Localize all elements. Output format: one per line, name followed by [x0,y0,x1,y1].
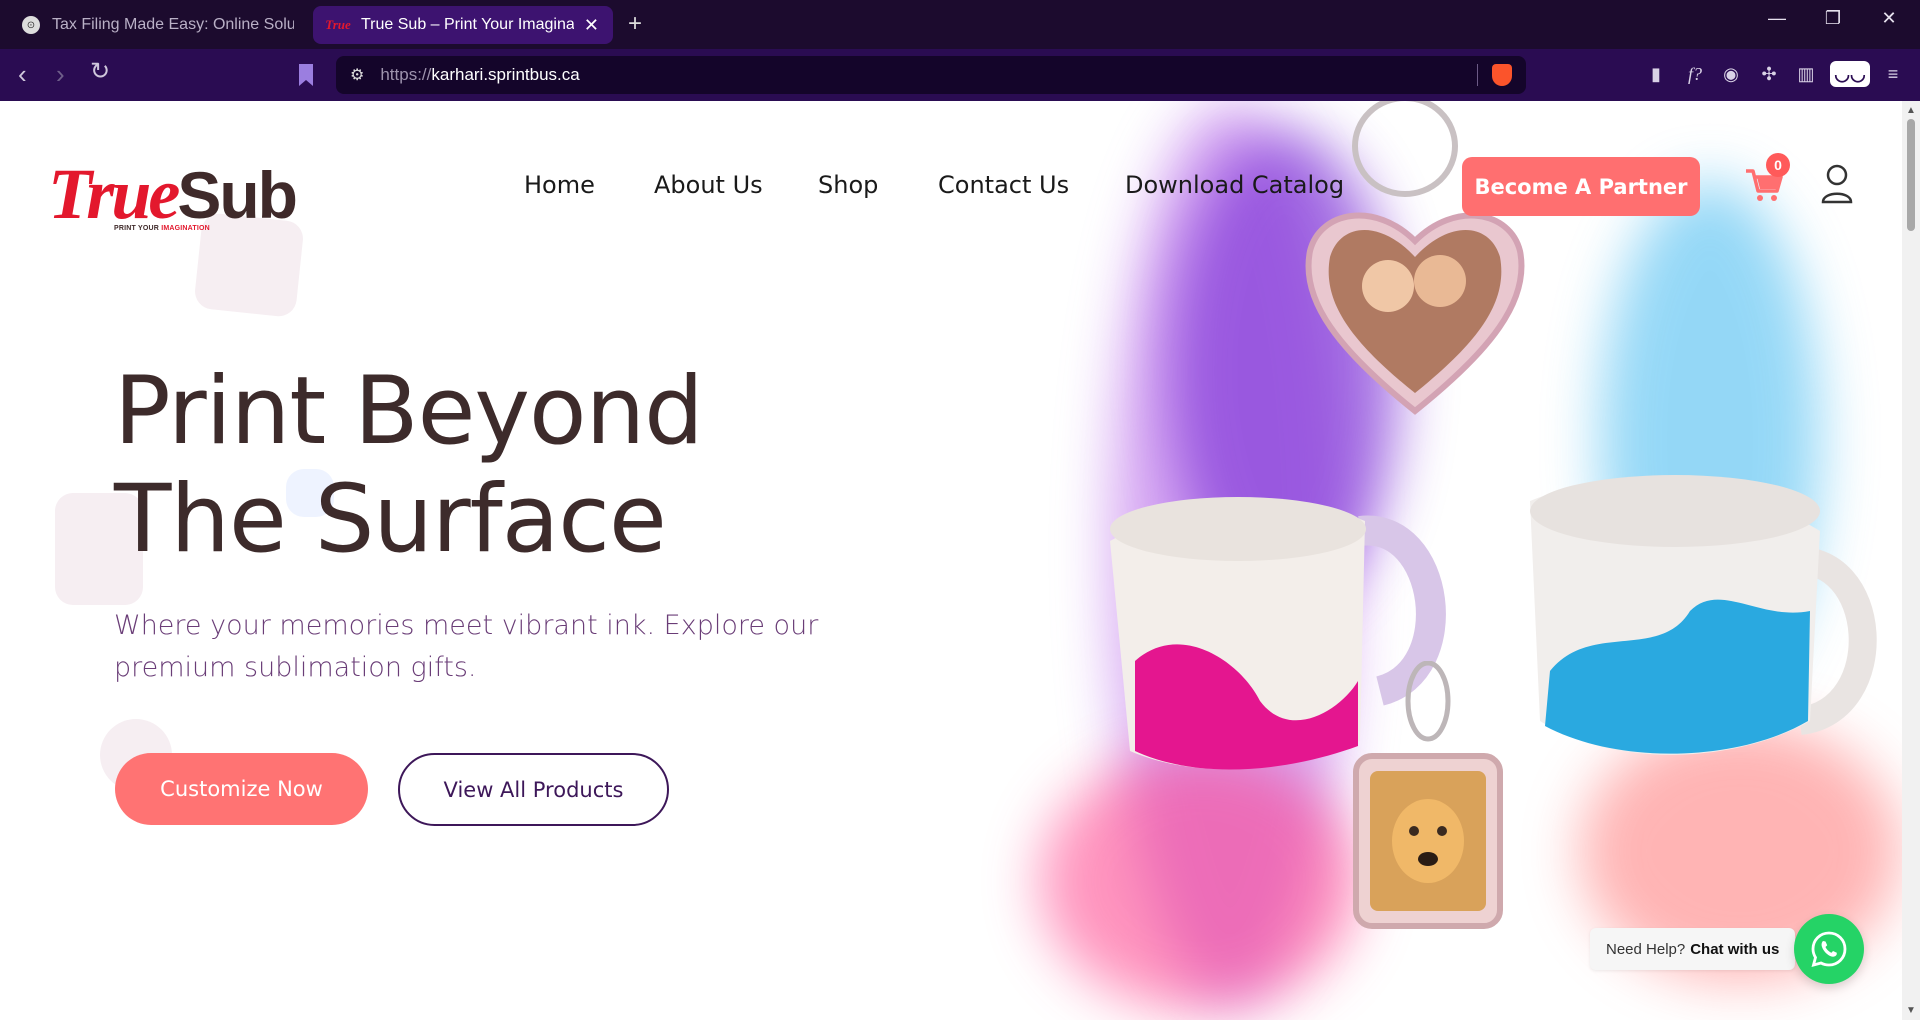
font-extension-icon[interactable]: f? [1682,61,1708,87]
nav-download-catalog[interactable]: Download Catalog [1125,171,1344,199]
menu-icon[interactable]: ≡ [1880,61,1906,87]
whatsapp-chat-button[interactable] [1794,914,1864,984]
logo-word-sub: Sub [177,158,298,232]
web-page: TrueSub PRINT YOUR IMAGINATION Home Abou… [0,101,1902,1020]
document-extension-icon[interactable]: ▮ [1643,61,1669,87]
whatsapp-icon [1811,931,1847,967]
glasses-extension-icon[interactable]: ◡◡ [1830,61,1870,87]
logo-tagline: PRINT YOUR IMAGINATION [114,225,210,232]
forward-icon[interactable]: › [56,59,65,90]
cart-count-badge: 0 [1766,153,1790,177]
new-tab-icon[interactable]: + [628,10,642,38]
restore-icon[interactable]: ❐ [1810,8,1856,29]
close-tab-icon[interactable]: ✕ [584,15,599,36]
url-host: karhari.sprintbus.ca [431,65,580,84]
browser-tab-bar: ⊙ Tax Filing Made Easy: Online Solution … [0,0,1920,49]
camera-extension-icon[interactable]: ◉ [1718,61,1744,87]
tab-title: True Sub – Print Your Imagination [361,16,574,33]
url-divider [1477,64,1478,86]
dog-keychain [1353,661,1503,929]
sidebar-toggle-icon[interactable]: ▥ [1793,61,1819,87]
hero-title-line-2: The Surface [114,465,667,574]
close-window-icon[interactable]: ✕ [1866,8,1912,29]
minimize-icon[interactable]: — [1754,8,1800,29]
tab-tax-filing[interactable]: ⊙ Tax Filing Made Easy: Online Solution [8,6,308,44]
customize-now-button[interactable]: Customize Now [115,753,368,825]
hero-subtitle: Where your memories meet vibrant ink. Ex… [114,610,819,683]
view-all-products-button[interactable]: View All Products [398,753,669,826]
chat-action: Chat with us [1690,940,1780,958]
chat-help-bubble[interactable]: Need Help? Chat with us [1590,928,1796,970]
truesub-favicon-icon: True [325,17,351,32]
truesub-logo[interactable]: TrueSub PRINT YOUR IMAGINATION [48,153,298,236]
become-partner-button[interactable]: Become A Partner [1462,157,1700,216]
nav-shop[interactable]: Shop [818,171,878,199]
url-scheme: https:// [380,65,432,84]
address-bar[interactable]: ⚙ https://karhari.sprintbus.ca [336,56,1526,94]
extensions-puzzle-icon[interactable]: ✣ [1756,61,1782,87]
bookmark-icon[interactable] [296,63,316,87]
mug-right [1530,475,1877,755]
scrollbar-thumb[interactable] [1907,119,1915,231]
nav-home[interactable]: Home [524,171,595,199]
scroll-down-icon[interactable]: ▼ [1906,1005,1916,1016]
browser-toolbar: ‹ › ↻ ⚙ https://karhari.sprintbus.ca ▮ f… [0,49,1920,101]
reload-icon[interactable]: ↻ [90,57,110,86]
tab-true-sub[interactable]: True True Sub – Print Your Imagination ✕ [313,6,613,44]
tab-title: Tax Filing Made Easy: Online Solution [52,16,294,33]
brave-shields-icon[interactable] [1492,64,1512,86]
user-account-icon[interactable] [1820,161,1854,205]
page-scrollbar[interactable]: ▲ ▼ [1902,101,1920,1020]
hero-title-line-1: Print Beyond [114,357,704,466]
site-settings-icon[interactable]: ⚙ [350,65,364,85]
hero-product-image [1040,101,1902,1020]
chat-prompt: Need Help? [1606,940,1686,958]
nav-about-us[interactable]: About Us [654,171,763,199]
scroll-up-icon[interactable]: ▲ [1906,105,1916,116]
tax-site-favicon-icon: ⊙ [22,16,40,34]
logo-word-true: True [48,154,180,234]
heart-keychain [1305,101,1525,415]
nav-contact-us[interactable]: Contact Us [938,171,1069,199]
back-icon[interactable]: ‹ [18,59,27,90]
